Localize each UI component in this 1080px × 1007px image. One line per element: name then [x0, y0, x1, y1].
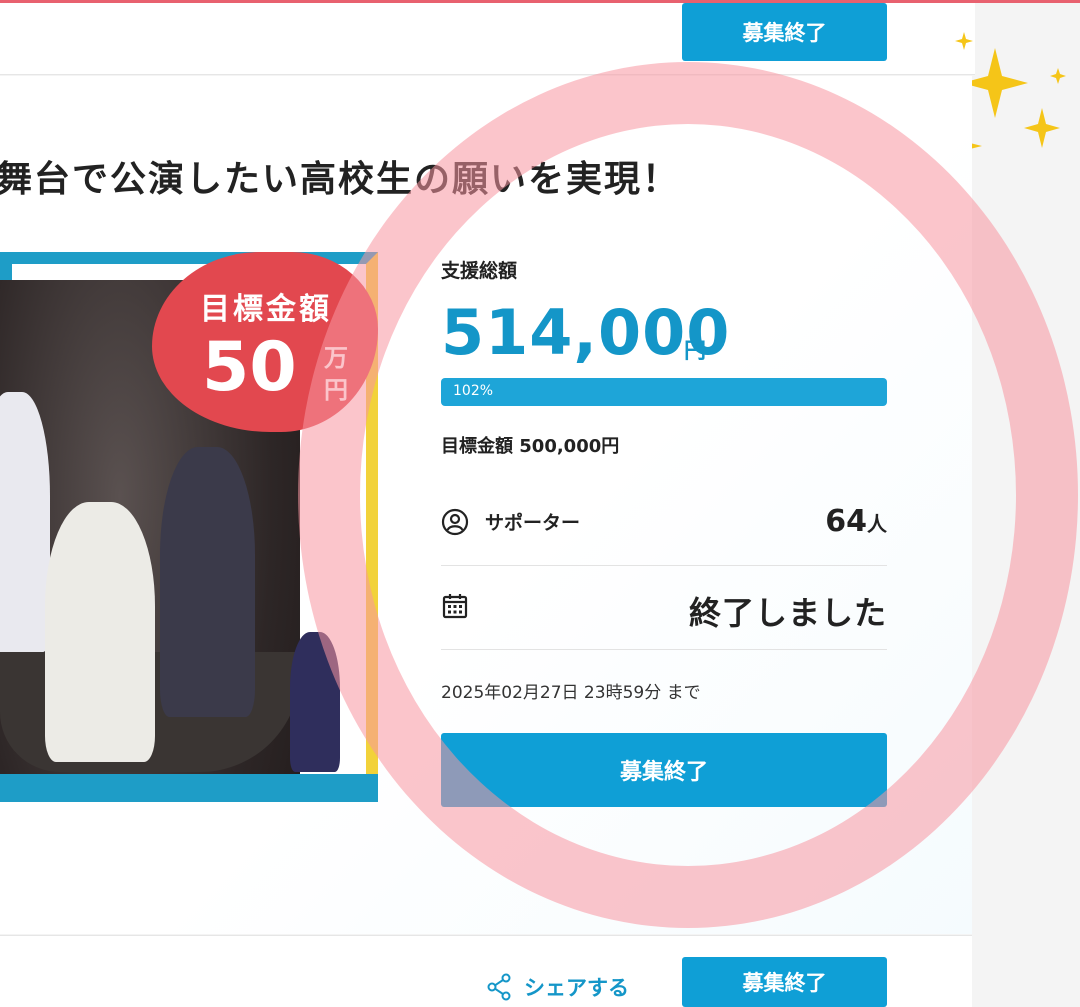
share-label: シェアする — [524, 976, 629, 1000]
total-unit: 円 — [684, 339, 707, 364]
calendar-icon — [442, 594, 468, 619]
supporters-count: 64人 — [825, 504, 887, 539]
badge-amount: 50 — [202, 328, 297, 407]
badge-unit-top: 万 — [324, 344, 348, 372]
image-frame-bottom — [0, 774, 378, 802]
badge-title: 目標金額 — [200, 292, 332, 327]
user-circle-icon — [441, 508, 469, 536]
progress-text: 102% — [453, 383, 494, 399]
share-icon — [487, 973, 511, 1001]
supporters-row: サポーター 64人 — [441, 490, 887, 566]
mime-illustration — [290, 632, 340, 772]
share-button[interactable]: シェアする — [486, 972, 629, 1002]
student-figure — [160, 447, 255, 717]
progress-bar: 102% — [441, 378, 887, 406]
footer-closed-button[interactable]: 募集終了 — [682, 957, 887, 1007]
goal-amount: 目標金額 500,000円 — [441, 436, 620, 457]
header-closed-button[interactable]: 募集終了 — [682, 3, 887, 61]
total-label: 支援総額 — [441, 260, 518, 282]
student-figure — [45, 502, 155, 762]
supporters-label: サポーター — [485, 512, 581, 534]
status-row: 終了しました — [441, 566, 887, 650]
student-figure — [0, 392, 50, 652]
badge-unit-bottom: 円 — [324, 376, 348, 404]
deadline-text: 2025年02月27日 23時59分 まで — [441, 683, 701, 703]
status-text: 終了しました — [688, 594, 887, 632]
closed-button[interactable]: 募集終了 — [441, 733, 887, 807]
project-main-image[interactable] — [0, 252, 378, 802]
project-title: 舞台で公演したい高校生の願いを実現！ — [0, 159, 681, 200]
